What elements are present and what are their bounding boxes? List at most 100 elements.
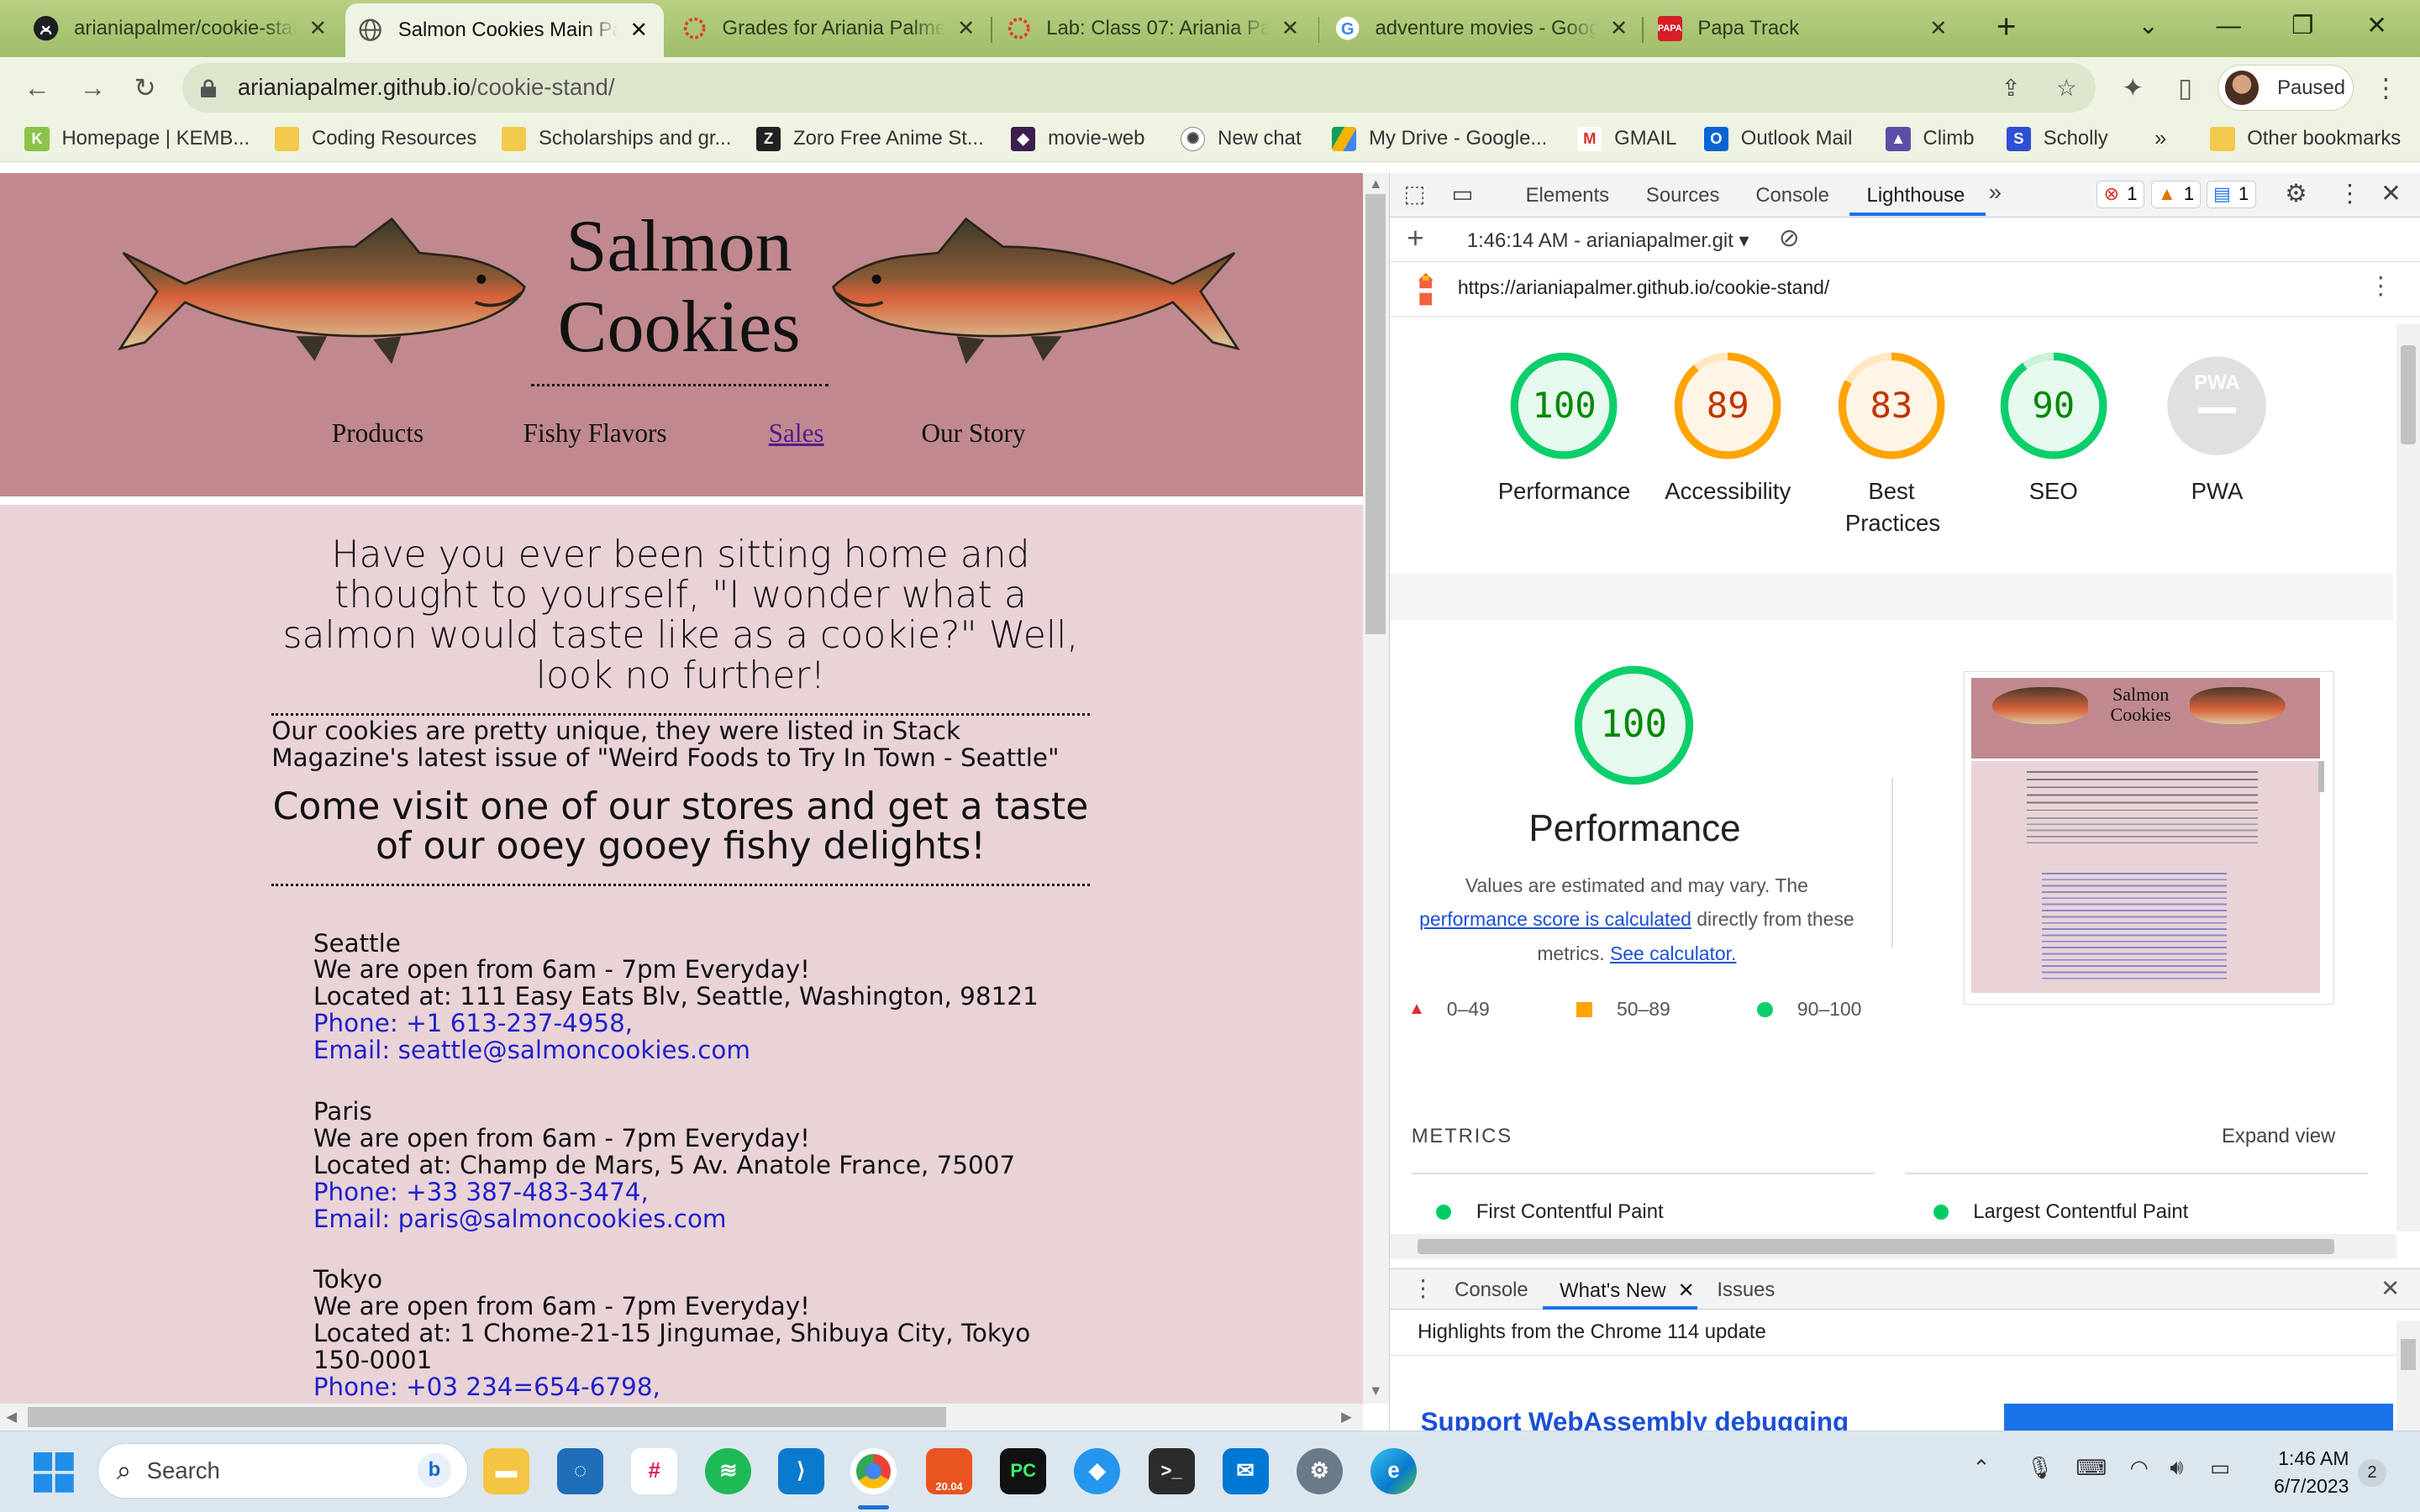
share-icon[interactable]: ⇪ — [1997, 74, 2025, 102]
bookmark-star-icon[interactable]: ☆ — [2053, 74, 2081, 102]
clear-reports-icon[interactable]: ⊘ — [1779, 223, 1800, 253]
tab-salmon-cookies[interactable]: Salmon Cookies Main Page ✕ — [345, 3, 664, 57]
store-phone-link[interactable]: Phone: +33 387-483-3474, — [313, 1178, 1239, 1206]
cortana-icon[interactable]: ◌ — [557, 1447, 604, 1494]
page-horizontal-scrollbar[interactable]: ◀ ▶ — [0, 1404, 1363, 1431]
close-window-button[interactable]: ✕ — [2358, 9, 2395, 46]
forward-button[interactable]: → — [74, 70, 111, 107]
close-icon[interactable]: ✕ — [306, 16, 330, 41]
drawer-menu-icon[interactable]: ⋮ — [1412, 1275, 1435, 1302]
scrollbar-thumb[interactable] — [28, 1407, 946, 1427]
tab-lighthouse[interactable]: Lighthouse — [1867, 184, 1965, 207]
report-menu-icon[interactable]: ⋮ — [2368, 271, 2392, 301]
see-calculator-link[interactable]: See calculator. — [1610, 942, 1736, 964]
browser-menu-icon[interactable]: ⋮ — [2367, 70, 2404, 107]
store-email-link[interactable]: Email: paris@salmoncookies.com — [313, 1205, 1239, 1233]
close-devtools-icon[interactable]: ✕ — [2381, 179, 2402, 208]
new-tab-button[interactable]: + — [1988, 9, 2025, 46]
bookmark-scholly[interactable]: S Scholly — [2006, 126, 2108, 151]
store-phone-link[interactable]: Phone: +1 613-237-4958, — [313, 1010, 1239, 1037]
side-panel-icon[interactable]: ▯ — [2167, 70, 2204, 107]
nav-fishy-flavors[interactable]: Fishy Flavors — [523, 418, 667, 449]
back-button[interactable]: ← — [18, 70, 55, 107]
message-count-badge[interactable]: ▤ 1 — [2206, 180, 2256, 208]
terminal-icon[interactable]: >_ — [1148, 1447, 1195, 1494]
profile-button[interactable]: Paused — [2217, 65, 2354, 112]
settings-icon[interactable]: ⚙ — [1296, 1447, 1343, 1494]
volume-icon[interactable]: 🔊︎ — [2170, 1456, 2183, 1481]
windows-start-icon[interactable] — [34, 1452, 75, 1494]
mail-icon[interactable]: ✉ — [1222, 1447, 1269, 1494]
error-count-badge[interactable]: ⊗ 1 — [2096, 180, 2144, 208]
tab-grades[interactable]: Grades for Ariania Palmer ✕ — [670, 6, 991, 50]
close-icon[interactable]: ✕ — [954, 16, 978, 41]
scrollbar-thumb[interactable] — [1365, 194, 1386, 634]
close-icon[interactable]: ✕ — [1607, 16, 1631, 41]
pycharm-icon[interactable]: PC — [1000, 1447, 1047, 1494]
more-tabs-chevron-icon[interactable]: » — [1989, 179, 2002, 206]
chrome-icon[interactable] — [850, 1447, 897, 1494]
settings-gear-icon[interactable]: ⚙ — [2285, 179, 2307, 208]
close-icon[interactable]: ✕ — [1278, 16, 1302, 41]
score-gauge-performance[interactable]: 100 Performance — [1487, 350, 1642, 507]
spotify-icon[interactable]: ≋ — [705, 1447, 752, 1494]
close-icon[interactable]: ✕ — [627, 18, 651, 43]
tray-overflow-chevron-icon[interactable]: ⌃ — [1972, 1456, 1991, 1481]
minimize-button[interactable]: — — [2210, 9, 2247, 46]
drawer-scrollbar[interactable] — [2396, 1320, 2420, 1431]
store-phone-link[interactable]: Phone: +03 234=654-6798, — [313, 1373, 1039, 1401]
store-email-link[interactable]: Email: seattle@salmoncookies.com — [313, 1037, 1239, 1064]
new-report-icon[interactable]: + — [1407, 222, 1423, 255]
devtools-scrollbar[interactable] — [2396, 323, 2420, 1231]
drawer-tab-console[interactable]: Console — [1455, 1278, 1528, 1302]
tab-sources[interactable]: Sources — [1646, 184, 1720, 207]
file-explorer-icon[interactable]: ▬ — [482, 1447, 529, 1494]
devtools-menu-icon[interactable]: ⋮ — [2338, 179, 2362, 208]
bookmark-zoro[interactable]: Z Zoro Free Anime St... — [755, 126, 984, 151]
restore-button[interactable]: ❐ — [2284, 9, 2321, 46]
address-bar[interactable]: arianiapalmer.github.io/cookie-stand/ ⇪ … — [182, 63, 2096, 113]
bing-icon[interactable]: b — [417, 1453, 452, 1488]
score-gauge-pwa[interactable]: PWA PWA — [2140, 350, 2295, 507]
bookmark-coding-resources[interactable]: Coding Resources — [274, 126, 476, 151]
tab-lab[interactable]: Lab: Class 07: Ariania Palmer ✕ — [994, 6, 1315, 50]
other-bookmarks[interactable]: Other bookmarks — [2210, 126, 2401, 151]
extensions-icon[interactable]: ✦ — [2114, 70, 2151, 107]
vscode-icon[interactable]: ⟩ — [777, 1447, 824, 1494]
report-selector[interactable]: 1:46:14 AM - arianiapalmer.git ▾ — [1467, 228, 1749, 253]
page-vertical-scrollbar[interactable]: ▲ ▼ — [1362, 172, 1390, 1404]
tab-google-search[interactable]: G adventure movies - Google Search ✕ — [1323, 6, 1644, 50]
battery-icon[interactable]: ▭ — [2210, 1456, 2230, 1481]
score-calculated-link[interactable]: performance score is calculated — [1419, 908, 1691, 930]
bookmark-my-drive[interactable]: My Drive - Google... — [1332, 126, 1547, 151]
bookmark-outlook[interactable]: O Outlook Mail — [1703, 126, 1852, 151]
taskbar-search[interactable]: ⌕ Search b — [97, 1443, 468, 1499]
bookmark-climb[interactable]: ▲ Climb — [1886, 126, 1974, 151]
edge-icon[interactable]: e — [1370, 1447, 1418, 1494]
score-gauge-best-practices[interactable]: 83 Best Practices — [1814, 350, 1969, 540]
docker-icon[interactable]: ◆ — [1074, 1447, 1121, 1494]
nav-our-story[interactable]: Our Story — [922, 418, 1026, 449]
bookmark-movie-web[interactable]: ◆ movie-web — [1011, 126, 1144, 151]
drawer-tab-whats-new[interactable]: What's New ✕ — [1560, 1278, 1695, 1303]
nav-products[interactable]: Products — [332, 418, 424, 449]
microphone-icon[interactable]: 🎙︎ — [2027, 1456, 2054, 1481]
score-gauge-accessibility[interactable]: 89 Accessibility — [1650, 350, 1805, 507]
expand-view-toggle[interactable]: Expand view — [2222, 1125, 2335, 1148]
close-icon[interactable]: ✕ — [1926, 16, 1950, 41]
drawer-tab-issues[interactable]: Issues — [1717, 1278, 1775, 1302]
tab-console[interactable]: Console — [1755, 184, 1829, 207]
bookmark-scholarships[interactable]: Scholarships and gr... — [501, 126, 731, 151]
bookmark-gmail[interactable]: M GMAIL — [1577, 126, 1676, 151]
devtools-horizontal-scrollbar[interactable] — [1390, 1234, 2396, 1259]
close-drawer-icon[interactable]: ✕ — [2381, 1275, 2400, 1302]
inspect-element-icon[interactable]: ⬚ — [1404, 181, 1426, 207]
wifi-icon[interactable]: ◠ — [2130, 1456, 2149, 1481]
slack-icon[interactable]: # — [631, 1447, 678, 1494]
tab-github[interactable]: arianiapalmer/cookie-stand ✕ — [22, 6, 343, 50]
device-toolbar-icon[interactable]: ▭ — [1451, 181, 1473, 207]
final-screenshot-thumbnail[interactable]: Salmon Cookies — [1964, 670, 2335, 1005]
nav-sales[interactable]: Sales — [769, 418, 824, 449]
more-bookmarks-chevron-icon[interactable]: » — [2154, 127, 2166, 151]
ubuntu-icon[interactable]: 20.04 — [926, 1447, 973, 1494]
